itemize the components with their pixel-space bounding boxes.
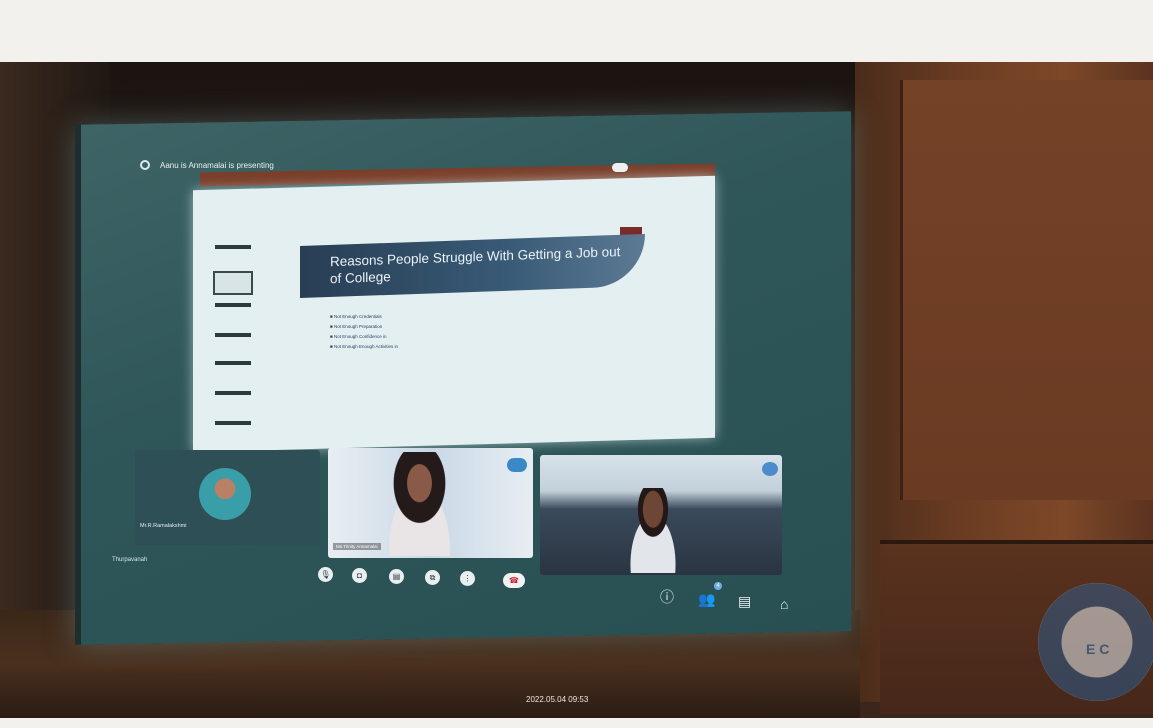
- speaker-video: [372, 452, 467, 556]
- participant-name: Ms.Trinity Annamalai: [333, 543, 381, 550]
- slide-bullet: Not Enough Confidence in: [330, 332, 398, 342]
- chat-icon[interactable]: ▤: [738, 594, 751, 608]
- wood-panel-upper: [900, 80, 1153, 500]
- room-video: [618, 488, 688, 573]
- slide-thumbnail[interactable]: [215, 303, 251, 307]
- slide-bullet: Not Enough Enough Activities in: [330, 342, 398, 352]
- seal-lettering: E C: [1086, 641, 1110, 657]
- mic-button[interactable]: 🎙: [318, 567, 333, 582]
- slide-thumbnail[interactable]: [215, 361, 251, 365]
- activities-icon[interactable]: ⌂: [780, 597, 788, 611]
- avatar: [199, 468, 251, 520]
- slide-thumbnail-selected[interactable]: [213, 271, 253, 295]
- toggle-switch[interactable]: [612, 163, 628, 172]
- back-icon[interactable]: [140, 160, 150, 170]
- presenting-banner: Aanu is Annamalai is presenting: [160, 161, 274, 170]
- people-count-badge: 4: [714, 582, 722, 590]
- meeting-code: Thurpavanah: [112, 557, 148, 563]
- slide-bullet: Not Enough Credentials: [330, 312, 398, 322]
- more-options-button[interactable]: ⋮: [460, 571, 475, 586]
- slide-thumbnail[interactable]: [215, 391, 251, 395]
- people-icon[interactable]: 👥: [698, 592, 715, 606]
- speaking-indicator-icon: [507, 458, 527, 472]
- info-icon[interactable]: ⓘ: [660, 590, 674, 604]
- present-button[interactable]: ⧉: [425, 570, 440, 585]
- captions-button[interactable]: ▤: [389, 569, 404, 584]
- participant-name: Mr.R.Ramalakshmi: [140, 523, 187, 529]
- presentation-slide: [193, 175, 715, 453]
- photo-timestamp: 2022.05.04 09:53: [526, 695, 589, 704]
- slide-thumbnail[interactable]: [215, 421, 251, 425]
- slide-thumbnail[interactable]: [215, 333, 251, 337]
- end-call-button[interactable]: ☎: [503, 573, 525, 588]
- slide-thumbnail[interactable]: [215, 245, 251, 249]
- slide-bullet: Not Enough Preparation: [330, 322, 398, 332]
- camera-button[interactable]: ◘: [352, 568, 367, 583]
- slide-thumbnails: [205, 215, 260, 430]
- speaking-indicator-icon: [762, 462, 778, 476]
- slide-bullet-list: Not Enough Credentials Not Enough Prepar…: [330, 312, 398, 352]
